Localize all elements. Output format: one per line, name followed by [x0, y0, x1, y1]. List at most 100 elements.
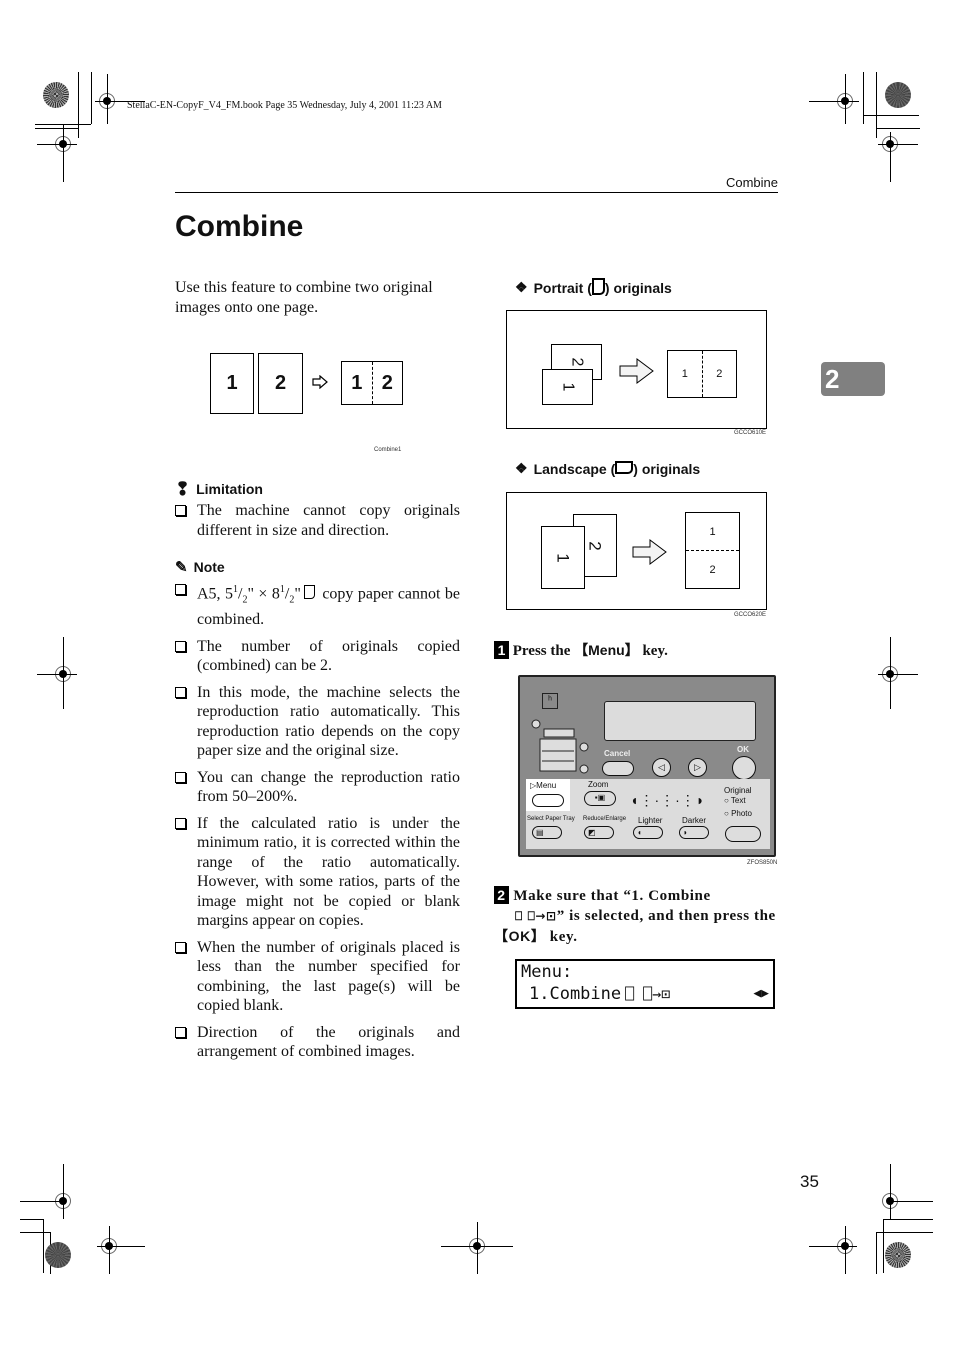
chapter-tab: 2 [821, 362, 885, 396]
ok-key-label: 【OK】 [494, 928, 546, 944]
zoom-button[interactable]: ▪▣ [584, 791, 616, 806]
intro-text: Use this feature to combine two original… [175, 279, 433, 316]
checkbox-bullet-icon [175, 817, 186, 829]
darker-label: Darker [682, 816, 707, 825]
arrow-right-icon: ▷ [694, 762, 701, 772]
combined-page: 1 2 [685, 512, 740, 589]
checkbox-bullet-icon [175, 505, 186, 516]
checkbox-bullet-icon [175, 1026, 186, 1038]
checkbox-bullet-icon [175, 640, 186, 652]
color-rosette-mark [885, 82, 911, 108]
limitation-heading: ❢ Limitation [175, 479, 263, 499]
lcd-line-2: 1.Combine ⎕ ⎕→⊡ ◀▶ [529, 984, 769, 1004]
ok-button[interactable] [732, 756, 756, 780]
color-rosette-mark [885, 1242, 911, 1268]
menu-label: ▷Menu [530, 781, 557, 790]
combine-symbol-icon: ⎕ ⎕→⊡ [515, 909, 557, 923]
step-1: 1 Press the 【Menu】 key. [494, 640, 784, 660]
zoom-icon: ▪▣ [594, 793, 606, 802]
landscape-heading: ❖ Landscape () originals [515, 460, 701, 477]
reduce-enlarge-button[interactable]: ◩ [584, 826, 614, 839]
checkbox-bullet-icon [175, 686, 186, 698]
energy-saver-icon: ʰ [542, 693, 558, 709]
lighter-label: Lighter [638, 816, 663, 825]
color-rosette-mark [45, 1242, 71, 1268]
reduce-enlarge-icon: ◩ [588, 828, 596, 837]
list-item: In this mode, the machine selects the re… [175, 683, 460, 761]
original-type-button[interactable] [725, 826, 761, 842]
darker-button[interactable]: ◗ [679, 826, 709, 839]
reduce-enlarge-label: Reduce/Enlarge [583, 816, 627, 822]
paper-tray-icon: ▤ [536, 828, 544, 837]
step-number: 1 [494, 641, 509, 659]
lighter-button[interactable]: ◖ [633, 826, 663, 839]
note-section: ✎ Note A5, 51/2" × 81/2" copy paper cann… [175, 558, 460, 1069]
combine-symbol-icon: ⎕ ⎕→⊡ [625, 985, 671, 1003]
note-heading: ✎ Note [175, 559, 225, 576]
header-rule [175, 192, 778, 193]
arrow-right-icon [312, 374, 328, 394]
checkbox-bullet-icon [175, 941, 186, 953]
running-head: Combine [725, 175, 778, 190]
portrait-figure: 2 1 1 2 [506, 310, 767, 429]
select-paper-tray-button[interactable]: ▤ [532, 826, 562, 839]
list-item: When the number of originals placed is l… [175, 938, 460, 1016]
limitation-section: ❢ Limitation The machine cannot copy ori… [175, 479, 460, 547]
copier-illustration-icon [530, 719, 592, 780]
list-item: A5, 51/2" × 81/2" copy paper cannot be c… [175, 580, 460, 630]
print-slug: StellaC-EN-CopyF_V4_FM.book Page 35 Wedn… [127, 100, 442, 111]
diamond-bullet-icon: ❖ [515, 278, 528, 295]
checkbox-bullet-icon [175, 584, 186, 595]
step-2: 2 Make sure that “1. Combine ⎕ ⎕→⊡” is s… [494, 886, 776, 945]
pencil-icon: ✎ [175, 559, 188, 576]
landscape-figure: 2 1 1 2 [506, 492, 767, 610]
page-title: Combine [175, 210, 304, 243]
zoom-label: Zoom [588, 780, 609, 789]
text-mode-indicator: ○ Text [724, 796, 746, 805]
menu-button[interactable] [532, 794, 564, 807]
original-page-1: 1 [210, 353, 254, 414]
list-item: The number of originals copied (combined… [175, 637, 460, 676]
color-rosette-mark [43, 82, 69, 108]
original-page-1: 1 [542, 369, 593, 405]
combined-page: 1 2 [341, 361, 403, 405]
panel-function-area: ▷Menu Zoom ▪▣ ◖⋮·⋮·⋮◗ Original ○ Text ○ … [526, 779, 770, 849]
exclamation-icon: ❢ [175, 479, 191, 499]
select-paper-tray-label: Select Paper Tray [527, 816, 575, 822]
list-item: If the calculated ratio is under the min… [175, 814, 460, 931]
portrait-paper-icon [303, 585, 315, 600]
lcd-line-1: Menu: [521, 962, 573, 982]
menu-key-label: 【Menu】 [574, 642, 639, 658]
landscape-paper-icon [615, 460, 634, 474]
combined-page: 1 2 [667, 350, 737, 398]
figure-code: GCCO620E [734, 612, 767, 618]
left-arrow-button[interactable]: ◁ [652, 758, 671, 777]
figure-code: Combine1 [374, 447, 402, 453]
original-page-1: 1 [541, 526, 585, 589]
lcd-display: Menu: 1.Combine ⎕ ⎕→⊡ ◀▶ [515, 959, 775, 1009]
darker-icon: ◗ [683, 828, 688, 837]
diamond-bullet-icon: ❖ [515, 460, 528, 476]
step-number: 2 [494, 886, 509, 904]
control-panel: ʰ Cancel ◁ ▷ OK ▷Menu Zoom ▪▣ ◖⋮·⋮·⋮◗ Or… [518, 675, 776, 857]
portrait-heading: ❖ Portrait () originals [515, 278, 672, 296]
original-label: Original [724, 786, 752, 795]
arrow-right-icon [632, 539, 668, 570]
page-number: 35 [800, 1172, 819, 1191]
panel-display [604, 701, 756, 741]
density-indicator-icon: ◖⋮·⋮·⋮◗ [630, 792, 706, 808]
arrow-left-icon: ◁ [658, 762, 665, 772]
cancel-button[interactable] [602, 761, 634, 776]
arrow-right-icon [619, 358, 655, 389]
list-item: The machine cannot copy originals differ… [175, 501, 460, 540]
right-arrow-button[interactable]: ▷ [688, 758, 707, 777]
figure-code: GCCO610E [734, 430, 767, 436]
lighter-icon: ◖ [637, 828, 642, 837]
cancel-label: Cancel [604, 749, 631, 758]
list-item: You can change the reproduction ratio fr… [175, 768, 460, 807]
figure-code: ZFOS850N [747, 860, 778, 866]
photo-mode-indicator: ○ Photo [724, 809, 752, 818]
portrait-paper-icon [591, 278, 605, 295]
checkbox-bullet-icon [175, 771, 186, 783]
ok-label: OK [737, 745, 749, 754]
